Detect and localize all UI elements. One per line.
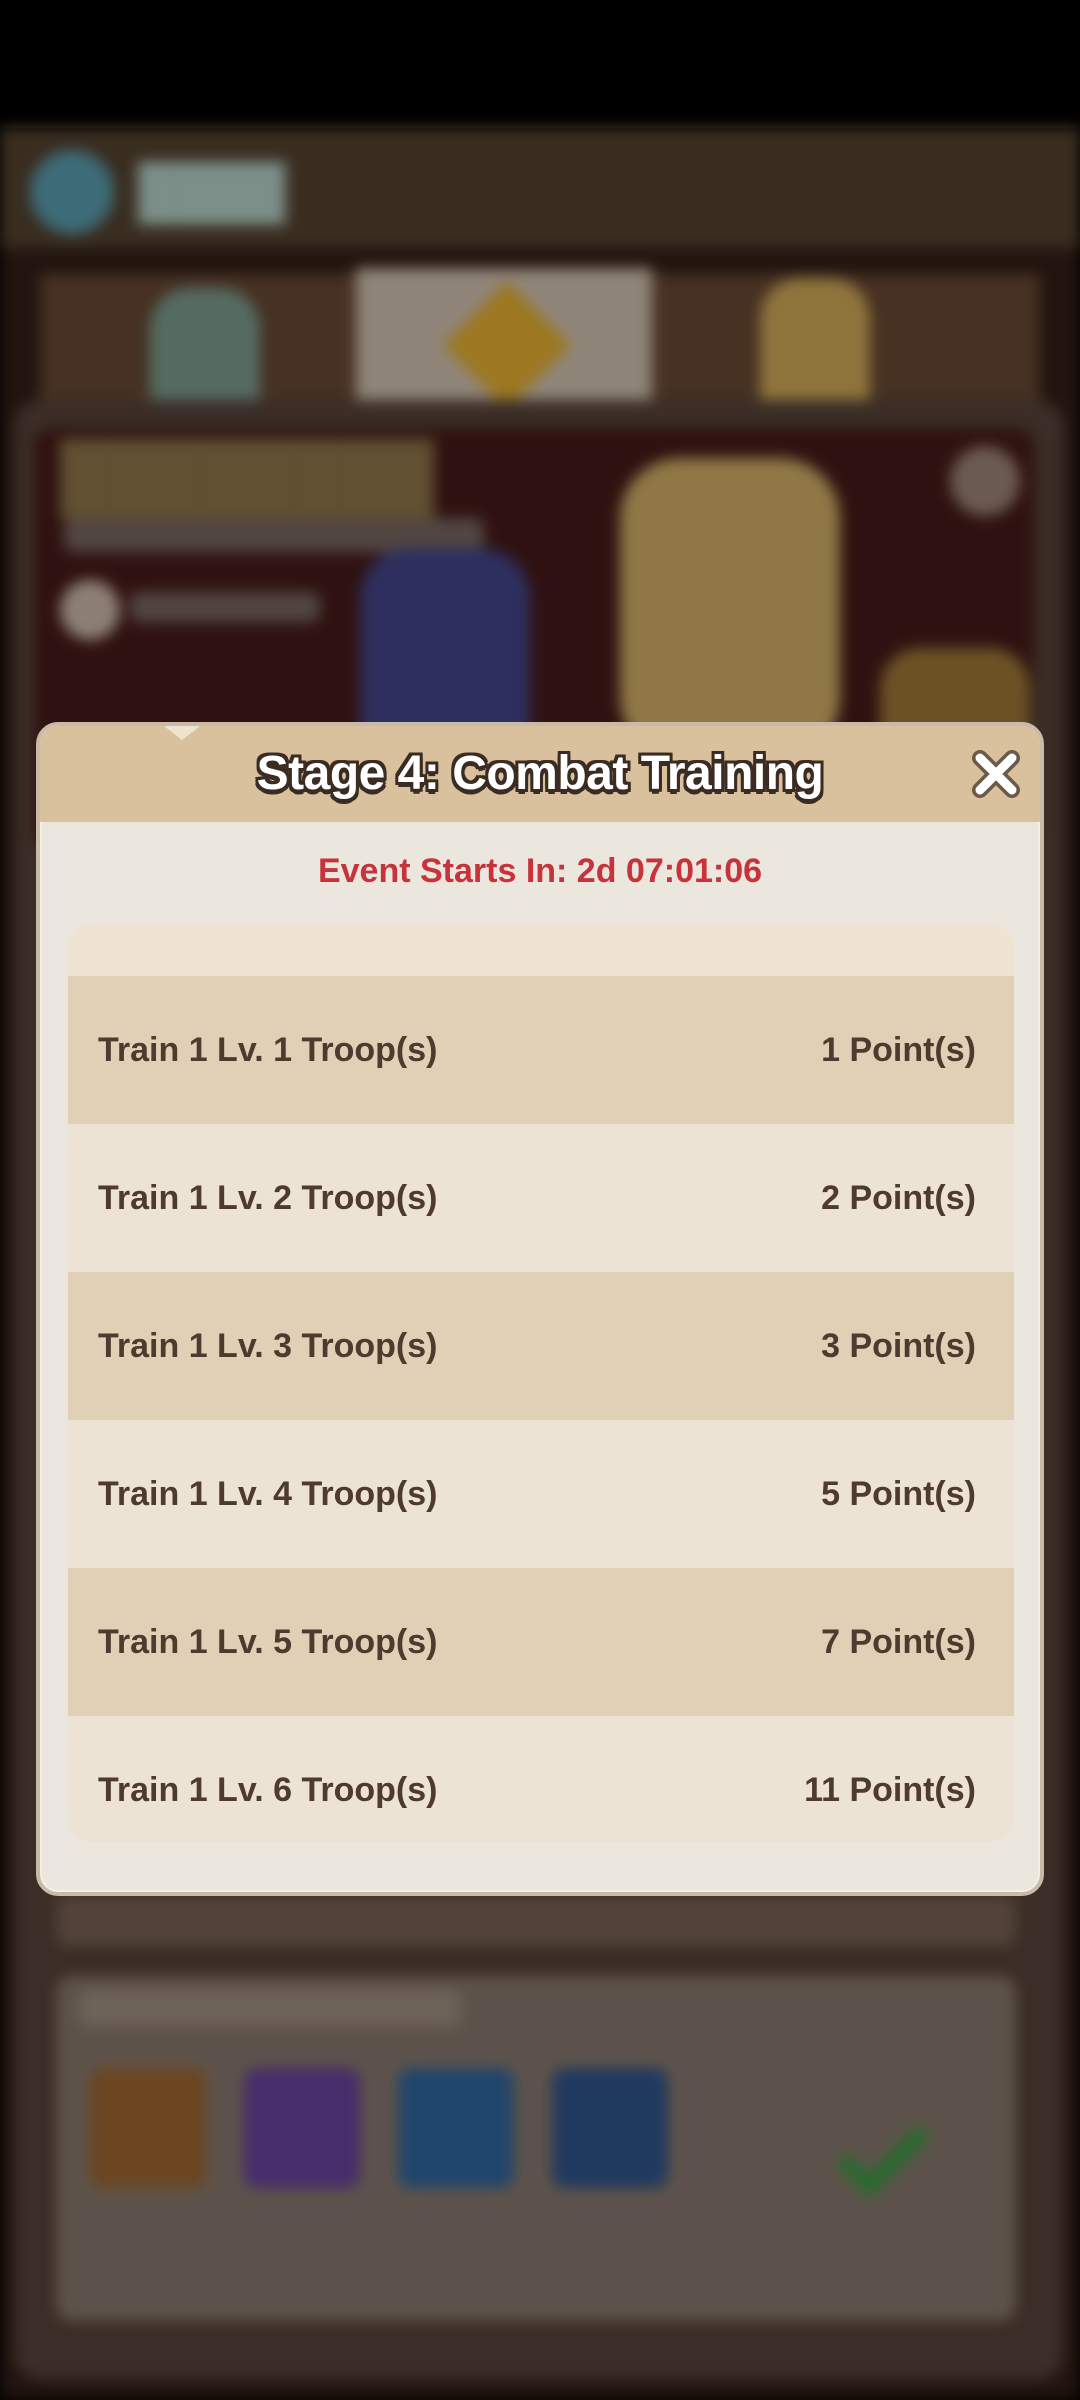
task-points: 2 Point(s) bbox=[821, 1178, 976, 1217]
task-points: 3 Point(s) bbox=[821, 1326, 976, 1365]
status-bar bbox=[0, 0, 1080, 128]
close-icon bbox=[972, 750, 1020, 798]
task-label: Train 1 Lv. 6 Troop(s) bbox=[98, 1770, 438, 1809]
list-item: Train 1 Lv. 4 Troop(s) 5 Point(s) bbox=[68, 1420, 1014, 1568]
close-button[interactable] bbox=[966, 744, 1026, 804]
stage-info-modal: Stage 4: Combat Training Event Starts In… bbox=[36, 722, 1044, 1896]
task-label: Train 1 Lv. 3 Troop(s) bbox=[98, 1326, 438, 1365]
list-item: Train 1 Lv. 6 Troop(s) 11 Point(s) bbox=[68, 1716, 1014, 1842]
modal-title: Stage 4: Combat Training bbox=[256, 747, 824, 800]
task-points: 1 Point(s) bbox=[821, 1030, 976, 1069]
list-top-edge bbox=[68, 924, 1014, 976]
task-points: 11 Point(s) bbox=[804, 1770, 976, 1809]
screen: ████ ████████ Stage 4: Combat Training E… bbox=[0, 0, 1080, 2400]
task-label: Train 1 Lv. 4 Troop(s) bbox=[98, 1474, 438, 1513]
task-points-list[interactable]: Train 1 Lv. 1 Troop(s) 1 Point(s) Train … bbox=[68, 924, 1014, 1842]
list-item: Train 1 Lv. 2 Troop(s) 2 Point(s) bbox=[68, 1124, 1014, 1272]
task-label: Train 1 Lv. 1 Troop(s) bbox=[98, 1030, 438, 1069]
task-label: Train 1 Lv. 2 Troop(s) bbox=[98, 1178, 438, 1217]
task-points: 5 Point(s) bbox=[821, 1474, 976, 1513]
event-start-timer: Event Starts In: 2d 07:01:06 bbox=[317, 852, 763, 890]
task-label: Train 1 Lv. 5 Troop(s) bbox=[98, 1622, 438, 1661]
list-item: Train 1 Lv. 3 Troop(s) 3 Point(s) bbox=[68, 1272, 1014, 1420]
list-item: Train 1 Lv. 5 Troop(s) 7 Point(s) bbox=[68, 1568, 1014, 1716]
list-item: Train 1 Lv. 1 Troop(s) 1 Point(s) bbox=[68, 976, 1014, 1124]
modal-header: Stage 4: Combat Training bbox=[40, 726, 1040, 822]
task-points: 7 Point(s) bbox=[821, 1622, 976, 1661]
